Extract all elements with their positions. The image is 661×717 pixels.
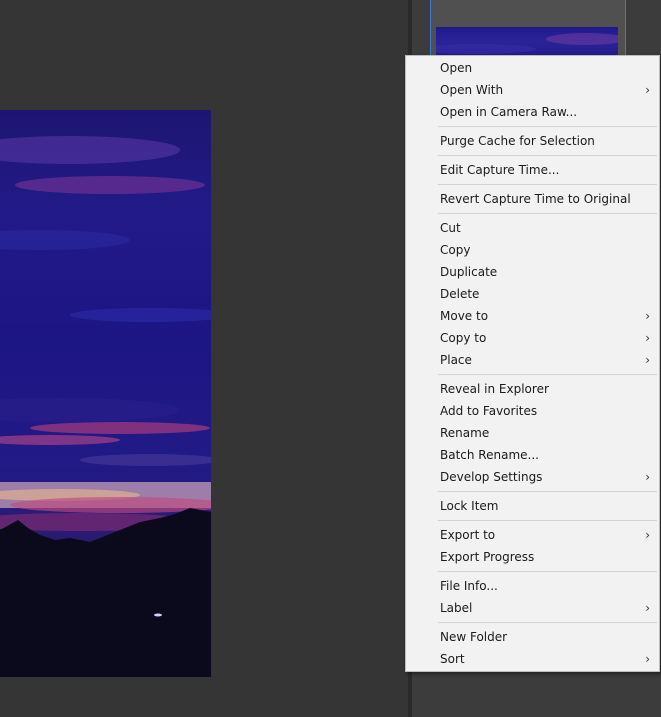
menu-item-duplicate[interactable]: Duplicate <box>406 261 659 283</box>
menu-item-add-to-favorites[interactable]: Add to Favorites <box>406 400 659 422</box>
menu-item-label: File Info... <box>440 579 498 593</box>
chevron-right-icon: › <box>645 470 650 484</box>
preview-photo[interactable] <box>0 110 211 677</box>
menu-item-export-to[interactable]: Export to › <box>406 524 659 546</box>
chevron-right-icon: › <box>645 83 650 97</box>
menu-separator <box>438 374 657 375</box>
menu-item-label: Open in Camera Raw... <box>440 105 578 119</box>
menu-separator <box>438 622 657 623</box>
menu-separator <box>438 155 657 156</box>
menu-item-label: Copy to <box>440 331 487 345</box>
menu-item-label: Delete <box>440 287 480 301</box>
menu-item-revert-capture-time-to-original[interactable]: Revert Capture Time to Original <box>406 188 659 210</box>
menu-separator <box>438 520 657 521</box>
chevron-right-icon: › <box>645 331 650 345</box>
menu-item-label: Edit Capture Time... <box>440 163 560 177</box>
menu-item-label: Copy <box>440 243 471 257</box>
menu-item-open-in-camera-raw[interactable]: Open in Camera Raw... <box>406 101 659 123</box>
sunset-sky-graphic <box>0 136 211 677</box>
menu-item-cut[interactable]: Cut <box>406 217 659 239</box>
chevron-right-icon: › <box>645 353 650 367</box>
menu-item-label: Sort <box>440 652 465 666</box>
menu-item-label: Export Progress <box>440 550 535 564</box>
menu-item-copy-to[interactable]: Copy to › <box>406 327 659 349</box>
menu-item-label: Label <box>440 601 473 615</box>
context-menu: Open Open With › Open in Camera Raw... Purge… <box>405 55 660 672</box>
menu-item-reveal-in-explorer[interactable]: Reveal in Explorer <box>406 378 659 400</box>
menu-item-label: Place <box>440 353 472 367</box>
chevron-right-icon: › <box>645 652 650 666</box>
selected-thumbnail[interactable] <box>436 27 618 57</box>
menu-item-export-progress[interactable]: Export Progress <box>406 546 659 568</box>
menu-item-file-info[interactable]: File Info... <box>406 575 659 597</box>
menu-item-label: Reveal in Explorer <box>440 382 549 396</box>
menu-item-move-to[interactable]: Move to › <box>406 305 659 327</box>
menu-separator <box>438 213 657 214</box>
menu-item-copy[interactable]: Copy <box>406 239 659 261</box>
menu-item-label[interactable]: Label › <box>406 597 659 619</box>
menu-item-label: Open <box>440 61 473 75</box>
menu-item-label: Duplicate <box>440 265 498 279</box>
menu-item-label: Develop Settings <box>440 470 543 484</box>
menu-item-label: Rename <box>440 426 490 440</box>
chevron-right-icon: › <box>645 528 650 542</box>
chevron-right-icon: › <box>645 601 650 615</box>
menu-separator <box>438 126 657 127</box>
menu-item-label: Open With <box>440 83 504 97</box>
menu-item-rename[interactable]: Rename <box>406 422 659 444</box>
menu-item-label: Batch Rename... <box>440 448 539 462</box>
menu-item-purge-cache-for-selection[interactable]: Purge Cache for Selection <box>406 130 659 152</box>
menu-item-label: Revert Capture Time to Original <box>440 192 631 206</box>
menu-item-new-folder[interactable]: New Folder <box>406 626 659 648</box>
menu-item-label: Export to <box>440 528 496 542</box>
menu-item-label: Lock Item <box>440 499 499 513</box>
menu-separator <box>438 571 657 572</box>
menu-separator <box>438 491 657 492</box>
menu-item-label: Cut <box>440 221 461 235</box>
menu-item-batch-rename[interactable]: Batch Rename... <box>406 444 659 466</box>
menu-item-lock-item[interactable]: Lock Item <box>406 495 659 517</box>
menu-item-label: Purge Cache for Selection <box>440 134 595 148</box>
menu-item-sort[interactable]: Sort › <box>406 648 659 670</box>
menu-item-label: Move to <box>440 309 489 323</box>
menu-item-develop-settings[interactable]: Develop Settings › <box>406 466 659 488</box>
menu-item-open-with[interactable]: Open With › <box>406 79 659 101</box>
menu-item-delete[interactable]: Delete <box>406 283 659 305</box>
chevron-right-icon: › <box>645 309 650 323</box>
menu-item-label: Add to Favorites <box>440 404 538 418</box>
menu-item-label: New Folder <box>440 630 508 644</box>
menu-separator <box>438 184 657 185</box>
menu-item-open[interactable]: Open <box>406 57 659 79</box>
preview-panel <box>0 0 408 717</box>
thumbnail-graphic <box>436 33 618 54</box>
menu-item-edit-capture-time[interactable]: Edit Capture Time... <box>406 159 659 181</box>
menu-item-place[interactable]: Place › <box>406 349 659 371</box>
